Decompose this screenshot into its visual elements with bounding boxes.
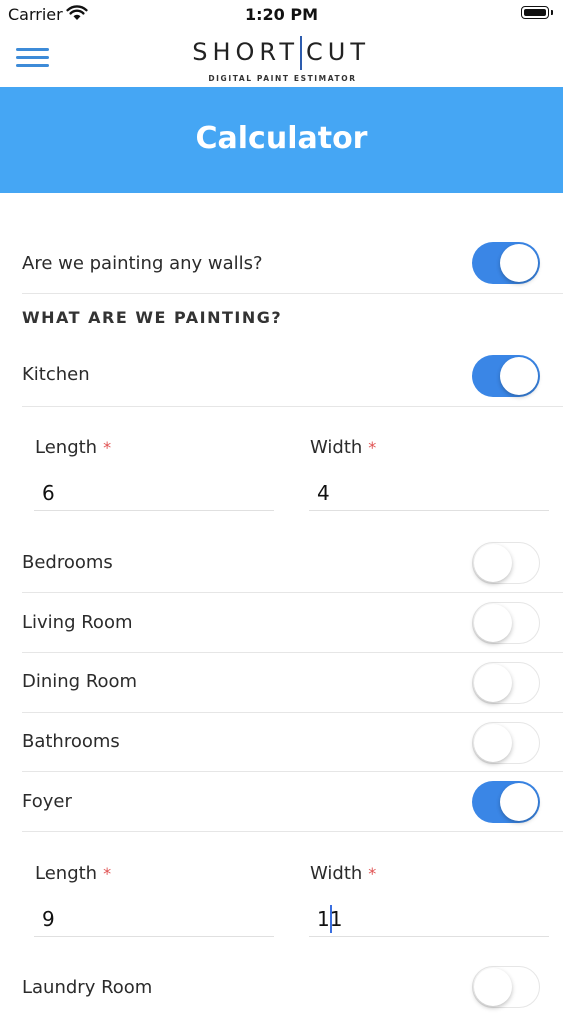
laundry-room-toggle[interactable] (472, 966, 540, 1008)
walls-question-label: Are we painting any walls? (22, 253, 263, 274)
length-label: Length (35, 863, 98, 884)
kitchen-length-input[interactable] (34, 475, 274, 511)
walls-question-row: Are we painting any walls? (22, 234, 563, 294)
foyer-width-input[interactable] (309, 901, 549, 937)
bedrooms-toggle[interactable] (472, 542, 540, 584)
walls-toggle[interactable] (472, 242, 540, 284)
hamburger-menu-icon[interactable] (16, 46, 50, 70)
room-row-living-room: Living Room (22, 593, 563, 653)
room-label: Bathrooms (22, 731, 120, 752)
width-label: Width (310, 437, 363, 458)
required-mark: * (103, 864, 112, 883)
kitchen-toggle[interactable] (472, 355, 540, 397)
room-label: Bedrooms (22, 552, 113, 573)
app-header: SHORT CUT DIGITAL PAINT ESTIMATOR (0, 30, 563, 87)
logo-text-left: SHORT (192, 38, 299, 66)
room-row-bedrooms: Bedrooms (22, 533, 563, 593)
title-banner: Calculator (0, 87, 563, 193)
room-label: Foyer (22, 791, 72, 812)
shortcut-logo: SHORT CUT DIGITAL PAINT ESTIMATOR (190, 36, 375, 86)
room-row-dining-room: Dining Room (22, 653, 563, 713)
bathrooms-toggle[interactable] (472, 722, 540, 764)
living-room-toggle[interactable] (472, 602, 540, 644)
room-label: Dining Room (22, 671, 138, 692)
section-heading: WHAT ARE WE PAINTING? (22, 308, 283, 327)
foyer-length-field: Length * (34, 863, 274, 953)
foyer-width-field: Width * (309, 863, 549, 953)
room-row-laundry-room: Laundry Room (22, 962, 563, 1022)
clock: 1:20 PM (244, 5, 318, 24)
room-row-bathrooms: Bathrooms (22, 713, 563, 772)
page-title: Calculator (195, 121, 368, 156)
room-row-foyer: Foyer (22, 772, 563, 832)
kitchen-width-input[interactable] (309, 475, 549, 511)
battery-icon (521, 6, 553, 19)
foyer-length-input[interactable] (34, 901, 274, 937)
logo-text-right: CUT (306, 38, 370, 66)
required-mark: * (103, 438, 112, 457)
room-label: Laundry Room (22, 977, 153, 998)
kitchen-width-field: Width * (309, 437, 549, 527)
foyer-toggle[interactable] (472, 781, 540, 823)
kitchen-length-field: Length * (34, 437, 274, 527)
required-mark: * (368, 864, 377, 883)
required-mark: * (368, 438, 377, 457)
dining-room-toggle[interactable] (472, 662, 540, 704)
length-label: Length (35, 437, 98, 458)
room-label: Kitchen (22, 364, 90, 385)
room-row-kitchen: Kitchen (22, 347, 563, 407)
width-label: Width (310, 863, 363, 884)
text-caret (330, 905, 332, 933)
status-bar: Carrier 1:20 PM (0, 0, 563, 30)
room-label: Living Room (22, 612, 133, 633)
logo-tagline: DIGITAL PAINT ESTIMATOR (208, 74, 357, 83)
